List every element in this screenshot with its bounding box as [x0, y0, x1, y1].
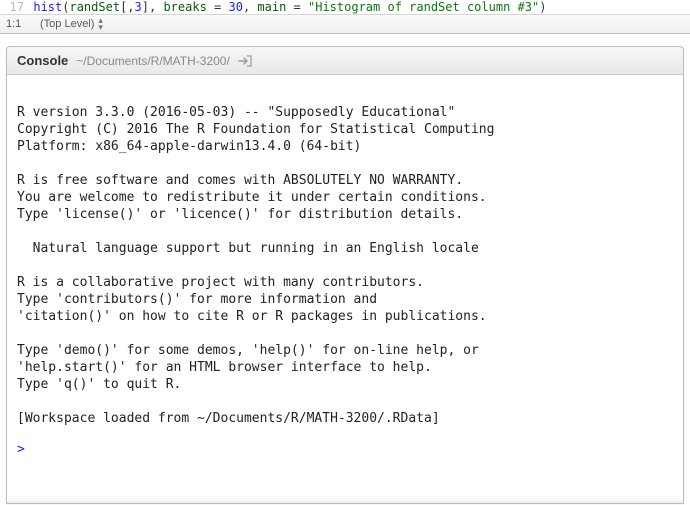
chevron-updown-icon: ▴▾	[98, 17, 103, 31]
console-title: Console	[17, 53, 68, 68]
console-header: Console ~/Documents/R/MATH-3200/	[7, 47, 683, 75]
console-body[interactable]: R version 3.3.0 (2016-05-03) -- "Suppose…	[7, 75, 683, 503]
line-number: 17	[0, 0, 30, 14]
editor-status-bar: 1:1 (Top Level) ▴▾	[0, 14, 690, 34]
panel-gap	[0, 34, 690, 46]
scope-label: (Top Level)	[40, 18, 94, 30]
console-panel: Console ~/Documents/R/MATH-3200/ R versi…	[6, 46, 684, 504]
scope-selector[interactable]: (Top Level) ▴▾	[40, 17, 103, 31]
cursor-position: 1:1	[6, 18, 40, 30]
editor-code-line: hist(randSet[,3], breaks = 30, main = "H…	[33, 0, 546, 14]
console-prompt[interactable]: >	[17, 441, 673, 458]
editor-code-strip[interactable]: 17 hist(randSet[,3], breaks = 30, main =…	[0, 0, 690, 14]
console-working-dir[interactable]: ~/Documents/R/MATH-3200/	[76, 54, 230, 68]
console-output: R version 3.3.0 (2016-05-03) -- "Suppose…	[17, 87, 673, 427]
popout-icon[interactable]	[238, 55, 252, 67]
shadow-decoration	[7, 498, 683, 503]
